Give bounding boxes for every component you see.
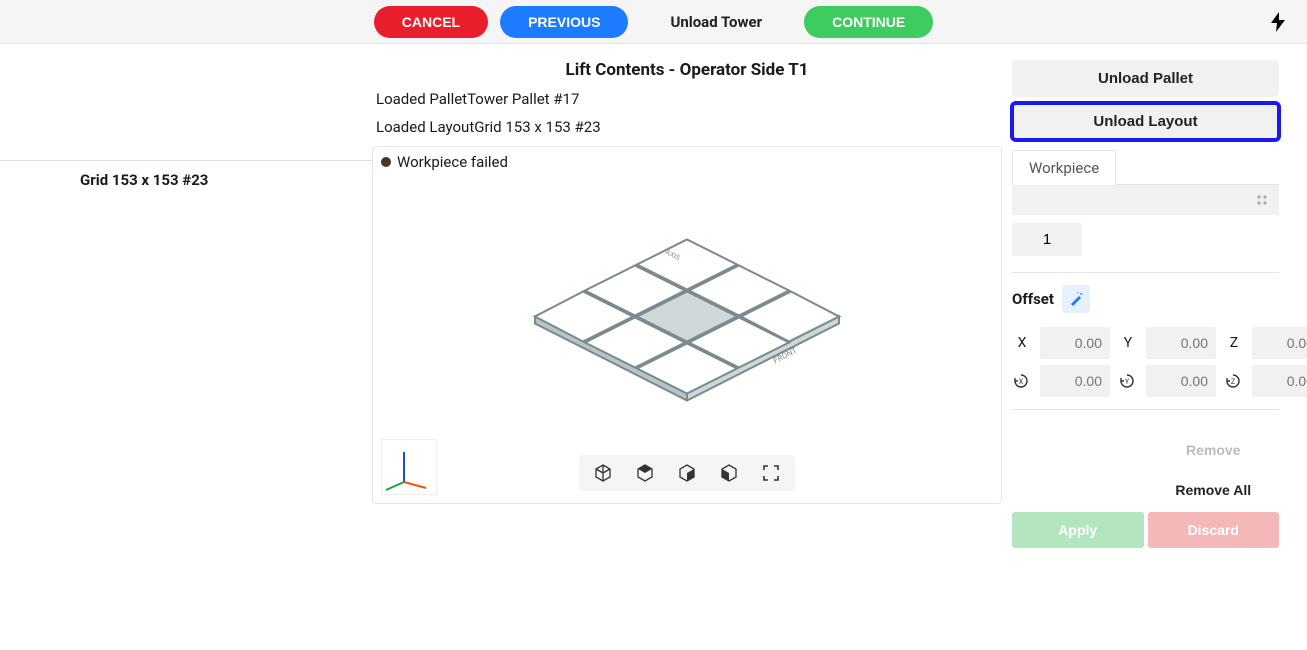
z-label: Z bbox=[1224, 335, 1244, 351]
right-panel: Unload Pallet Unload Layout Workpiece Of… bbox=[1002, 60, 1307, 548]
unload-pallet-button[interactable]: Unload Pallet bbox=[1012, 60, 1279, 97]
svg-text:X: X bbox=[1019, 378, 1024, 386]
top-bar: CANCEL PREVIOUS Unload Tower CONTINUE bbox=[0, 0, 1307, 44]
view-toolbar bbox=[579, 455, 795, 491]
remove-button[interactable]: Remove bbox=[1148, 432, 1280, 468]
quantity-input[interactable] bbox=[1012, 223, 1082, 256]
x-input[interactable] bbox=[1040, 327, 1110, 359]
y-input[interactable] bbox=[1146, 327, 1216, 359]
bolt-icon[interactable] bbox=[1271, 12, 1285, 32]
remove-all-button[interactable]: Remove All bbox=[1148, 472, 1280, 508]
magic-wand-button[interactable] bbox=[1062, 285, 1090, 313]
topbar-controls: CANCEL PREVIOUS Unload Tower CONTINUE bbox=[374, 6, 933, 38]
loaded-layout-text: Loaded LayoutGrid 153 x 153 #23 bbox=[372, 118, 1002, 136]
page-title: Lift Contents - Operator Side T1 bbox=[372, 60, 1002, 80]
topbar-title: Unload Tower bbox=[640, 13, 792, 31]
view-iso-icon[interactable] bbox=[593, 463, 613, 483]
rz-icon: Z bbox=[1224, 372, 1244, 390]
tab-workpiece[interactable]: Workpiece bbox=[1012, 150, 1116, 185]
rx-input[interactable] bbox=[1040, 365, 1110, 397]
discard-button[interactable]: Discard bbox=[1148, 512, 1280, 548]
fullscreen-icon[interactable] bbox=[761, 463, 781, 483]
cancel-button[interactable]: CANCEL bbox=[374, 6, 488, 38]
ry-input[interactable] bbox=[1146, 365, 1216, 397]
x-label: X bbox=[1012, 335, 1032, 351]
view-side-icon[interactable] bbox=[719, 463, 739, 483]
action-buttons: Remove Remove All Apply Discard bbox=[1012, 432, 1279, 548]
y-label: Y bbox=[1118, 335, 1138, 351]
rz-input[interactable] bbox=[1252, 365, 1307, 397]
tab-panel: Offset X Y Z X Y Z bbox=[1012, 184, 1279, 548]
previous-button[interactable]: PREVIOUS bbox=[500, 6, 628, 38]
drag-handle-row[interactable] bbox=[1012, 185, 1279, 215]
svg-text:Y: Y bbox=[1125, 378, 1130, 386]
pallet-grid-render: FRONT AXIS bbox=[527, 232, 847, 402]
workpiece-status: Workpiece failed bbox=[381, 153, 508, 171]
status-text: Workpiece failed bbox=[397, 153, 508, 171]
offset-label: Offset bbox=[1012, 290, 1054, 308]
view-top-icon[interactable] bbox=[635, 463, 655, 483]
continue-button[interactable]: CONTINUE bbox=[804, 6, 933, 38]
axes-gizmo[interactable] bbox=[381, 439, 437, 495]
rx-icon: X bbox=[1012, 372, 1032, 390]
center-panel: Lift Contents - Operator Side T1 Loaded … bbox=[372, 60, 1002, 548]
offset-coords: X Y Z X Y Z bbox=[1012, 327, 1279, 397]
unload-layout-button[interactable]: Unload Layout bbox=[1012, 103, 1279, 140]
loaded-pallet-text: Loaded PalletTower Pallet #17 bbox=[372, 90, 1002, 108]
drag-handle-icon bbox=[1255, 193, 1269, 207]
apply-button[interactable]: Apply bbox=[1012, 512, 1144, 548]
view-front-icon[interactable] bbox=[677, 463, 697, 483]
svg-text:Z: Z bbox=[1231, 378, 1235, 386]
3d-viewer[interactable]: Workpiece failed bbox=[372, 146, 1002, 504]
ry-icon: Y bbox=[1118, 372, 1138, 390]
z-input[interactable] bbox=[1252, 327, 1307, 359]
status-dot-icon bbox=[381, 157, 391, 167]
left-panel: Grid 153 x 153 #23 bbox=[0, 60, 372, 548]
grid-list-item[interactable]: Grid 153 x 153 #23 bbox=[0, 160, 372, 199]
